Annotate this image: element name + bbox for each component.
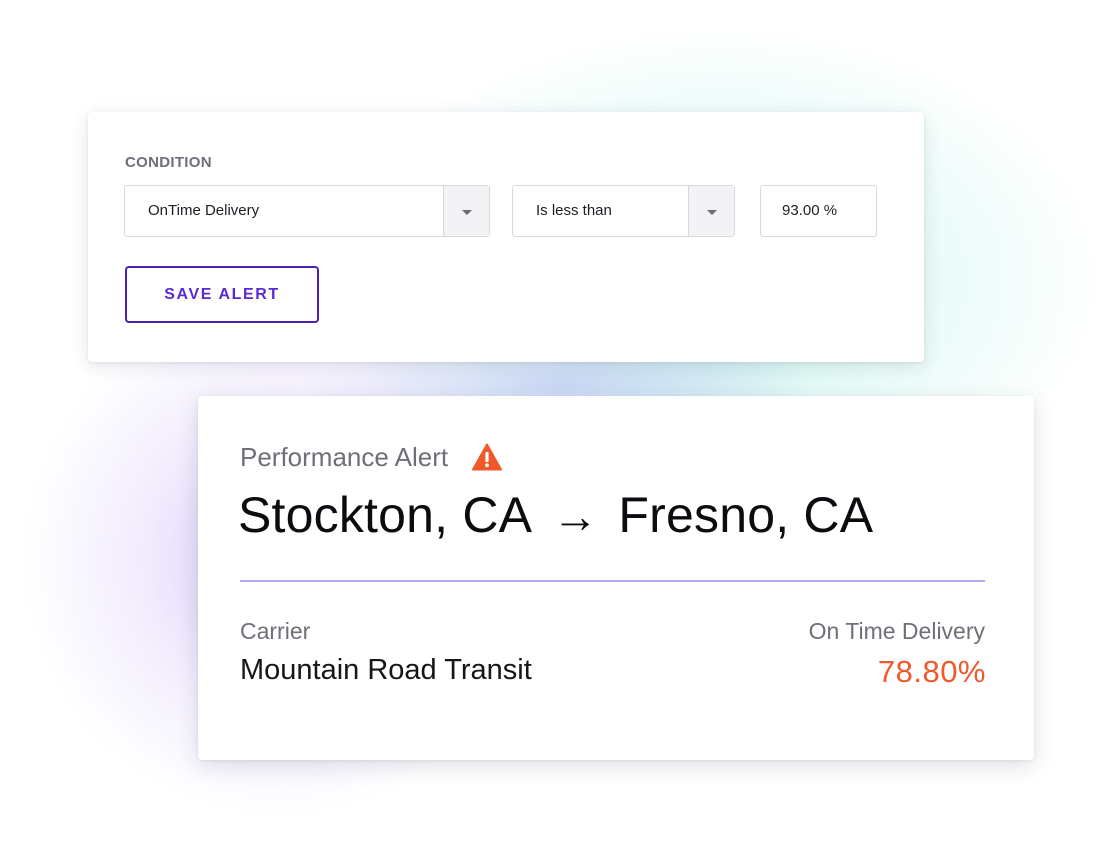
- warning-icon: [472, 443, 503, 471]
- performance-alert-card: Performance Alert Stockton, CA → Fresno, C…: [198, 396, 1034, 760]
- metric-select-dropdown-button[interactable]: [443, 186, 489, 236]
- alert-title: Performance Alert: [240, 441, 449, 472]
- route-arrow-icon: →: [552, 490, 599, 542]
- condition-label: CONDITION: [125, 154, 212, 171]
- on-time-delivery-label: On Time Delivery: [808, 618, 985, 644]
- metric-select-value: OnTime Delivery: [148, 202, 260, 219]
- route-destination: Fresno, CA: [618, 487, 874, 543]
- alert-header: Performance Alert: [240, 440, 503, 474]
- carrier-value: Mountain Road Transit: [240, 654, 532, 686]
- caret-down-icon: [462, 210, 472, 215]
- threshold-input-value: 93.00 %: [782, 202, 838, 219]
- on-time-delivery-value: 78.80%: [877, 654, 986, 689]
- operator-select-value: Is less than: [536, 202, 612, 219]
- route-heading: Stockton, CA → Fresno, CA: [238, 486, 873, 544]
- condition-card: CONDITION OnTime Delivery Is less than 9…: [88, 112, 924, 362]
- route-origin: Stockton, CA: [238, 487, 533, 543]
- threshold-input[interactable]: 93.00 %: [760, 185, 877, 237]
- carrier-label: Carrier: [240, 618, 311, 644]
- operator-select[interactable]: Is less than: [512, 185, 735, 237]
- divider: [240, 580, 985, 582]
- caret-down-icon: [707, 210, 717, 215]
- operator-select-dropdown-button[interactable]: [688, 186, 734, 236]
- save-alert-button[interactable]: SAVE ALERT: [125, 266, 319, 323]
- metric-select[interactable]: OnTime Delivery: [124, 185, 490, 237]
